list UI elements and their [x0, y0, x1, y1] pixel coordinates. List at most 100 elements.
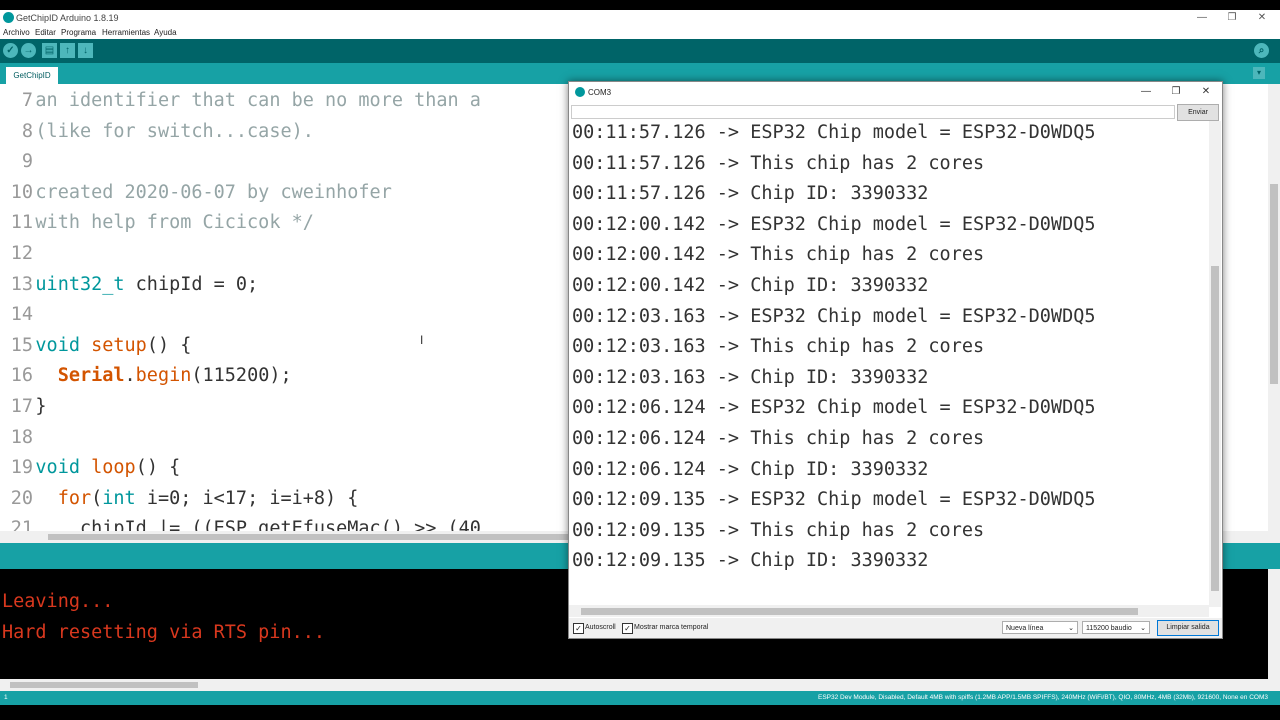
console-vertical-scrollbar[interactable]	[1268, 569, 1280, 679]
serial-output-line: 00:12:00.142 -> This chip has 2 cores	[572, 244, 985, 266]
menu-bar: Archivo Editar Programa Herramientas Ayu…	[0, 26, 1280, 39]
scrollbar-thumb[interactable]	[1270, 184, 1278, 384]
menu-herramientas[interactable]: Herramientas	[102, 28, 150, 37]
text-cursor-icon: I	[420, 333, 424, 347]
serial-output-line: 00:12:00.142 -> Chip ID: 3390332	[572, 275, 929, 296]
menu-editar[interactable]: Editar	[35, 28, 56, 37]
code-token: .	[124, 365, 136, 387]
tab-menu-chevron-icon[interactable]: ▾	[1253, 67, 1265, 79]
line-number: 9	[21, 151, 33, 173]
maximize-button[interactable]: ❐	[1222, 11, 1242, 25]
serial-output-line: 00:12:03.163 -> This chip has 2 cores	[572, 336, 985, 358]
code-token: for	[57, 487, 92, 509]
code-line: 10 created 2020-06-07 by cweinhofer	[0, 178, 392, 208]
upload-icon[interactable]: →	[21, 43, 36, 58]
title-bar: GetChipID Arduino 1.8.19 — ❐ ✕	[0, 10, 1280, 26]
scrollbar-thumb[interactable]	[10, 682, 198, 688]
code-token: begin	[135, 365, 192, 387]
serial-output-line: 00:12:03.163 -> ESP32 Chip model = ESP32…	[572, 305, 1096, 327]
status-bar: 1 ESP32 Dev Module, Disabled, Default 4M…	[0, 691, 1280, 705]
code-line: 16 Serial.begin(115200);	[0, 361, 292, 391]
new-sketch-icon[interactable]: ▤	[42, 43, 57, 58]
code-line: 11 with help from Cicicok */	[0, 208, 314, 238]
line-number: 12	[10, 243, 33, 264]
serial-output-line: 00:12:06.124 -> This chip has 2 cores	[572, 428, 985, 449]
code-token: Serial	[57, 365, 125, 387]
baud-value: 115200 baudio	[1086, 625, 1132, 632]
line-number: 14	[10, 304, 33, 326]
serial-output-line: 00:12:09.135 -> ESP32 Chip model = ESP32…	[572, 489, 1096, 511]
serial-horizontal-scrollbar[interactable]	[569, 605, 1209, 617]
open-sketch-icon[interactable]: ↑	[60, 43, 75, 58]
code-line: 12	[0, 239, 35, 269]
code-line: 9	[0, 147, 35, 177]
serial-output-line: 00:12:00.142 -> ESP32 Chip model = ESP32…	[572, 213, 1096, 235]
line-number: 20	[10, 487, 33, 509]
window-title: GetChipID Arduino 1.8.19	[16, 13, 119, 23]
code-token: chipId = 0;	[124, 273, 259, 295]
menu-ayuda[interactable]: Ayuda	[154, 28, 177, 37]
console-horizontal-scrollbar[interactable]	[0, 679, 1280, 691]
line-ending-value: Nueva línea	[1006, 625, 1044, 632]
scrollbar-thumb[interactable]	[1211, 266, 1219, 591]
save-sketch-icon[interactable]: ↓	[78, 43, 93, 58]
serial-maximize-button[interactable]: ❐	[1165, 85, 1187, 99]
code-token: () {	[135, 457, 181, 479]
minimize-button[interactable]: —	[1192, 11, 1212, 25]
code-line: 20 for(int i=0; i<17; i=i+8) {	[0, 484, 359, 514]
autoscroll-label: Autoscroll	[585, 624, 616, 631]
chevron-down-icon: ⌄	[1068, 625, 1074, 632]
autoscroll-checkbox[interactable]: ✓	[573, 623, 584, 634]
line-number: 7	[21, 90, 33, 111]
line-ending-select[interactable]: Nueva línea ⌄	[1002, 621, 1078, 634]
code-token: i=0; i<17; i=i+8) {	[135, 487, 359, 509]
code-token: () {	[146, 334, 192, 356]
serial-output-line: 00:11:57.126 -> Chip ID: 3390332	[572, 183, 929, 205]
serial-minimize-button[interactable]: —	[1135, 85, 1157, 99]
arduino-logo-icon	[575, 87, 585, 97]
code-line: 18	[0, 423, 35, 453]
code-token: void	[35, 457, 80, 479]
code-token: chipId |= ((ESP.getEfuseMac() >> (40	[35, 518, 481, 531]
serial-title-bar: COM3 — ❐ ✕	[569, 82, 1222, 102]
tab-getchipid[interactable]: GetChipID	[6, 67, 58, 84]
close-button[interactable]: ✕	[1252, 11, 1272, 25]
menu-programa[interactable]: Programa	[61, 28, 96, 37]
line-number: 13	[10, 273, 33, 295]
code-token: setup	[91, 334, 147, 356]
code-token: void	[35, 334, 80, 356]
toolbar: ✓ → ▤ ↑ ↓ ⌕	[0, 39, 1280, 63]
serial-output-line: 00:12:03.163 -> Chip ID: 3390332	[572, 366, 929, 388]
line-number: 8	[21, 120, 33, 142]
serial-output-line: 00:12:09.135 -> Chip ID: 3390332	[572, 550, 929, 572]
code-line: 8 (like for switch...case).	[0, 117, 314, 147]
serial-monitor-icon[interactable]: ⌕	[1254, 43, 1269, 58]
line-number: 18	[10, 426, 33, 448]
serial-options-bar: ✓ Autoscroll ✓ Mostrar marca temporal Nu…	[569, 618, 1222, 638]
code-token: created 2020-06-07 by cweinhofer	[35, 181, 392, 203]
baud-select[interactable]: 115200 baudio ⌄	[1082, 621, 1150, 634]
editor-vertical-scrollbar[interactable]	[1268, 84, 1280, 531]
line-number: 1	[4, 694, 8, 701]
send-button[interactable]: Enviar	[1177, 104, 1219, 121]
timestamp-checkbox[interactable]: ✓	[622, 623, 633, 634]
serial-send-input[interactable]	[571, 105, 1175, 119]
timestamp-label: Mostrar marca temporal	[634, 624, 709, 631]
code-token: }	[35, 396, 47, 417]
serial-vertical-scrollbar[interactable]	[1209, 121, 1221, 607]
code-token: (like for switch...case).	[35, 120, 314, 142]
verify-icon[interactable]: ✓	[3, 43, 18, 58]
menu-archivo[interactable]: Archivo	[3, 28, 30, 37]
arduino-logo-icon	[3, 12, 14, 23]
line-number: 10	[10, 181, 33, 203]
scrollbar-thumb[interactable]	[581, 608, 1138, 615]
serial-close-button[interactable]: ✕	[1195, 85, 1217, 99]
code-line: 15 void setup() {	[0, 331, 192, 361]
serial-title: COM3	[588, 88, 612, 97]
clear-output-button[interactable]: Limpiar salida	[1157, 620, 1219, 636]
line-number: 16	[10, 365, 33, 387]
code-line: 19 void loop() {	[0, 453, 181, 483]
